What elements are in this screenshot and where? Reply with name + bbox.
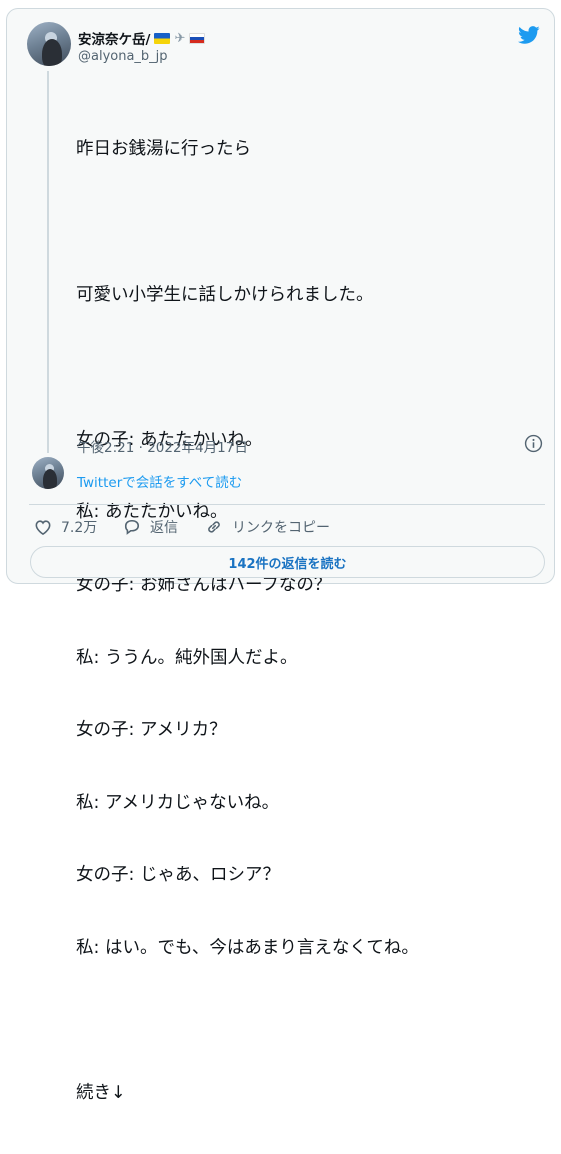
tweet-line: 私: ううん。純外国人だよ。	[76, 647, 298, 668]
author-avatar[interactable]	[27, 22, 71, 66]
airplane-icon: ✈	[174, 30, 186, 46]
copy-link-label: リンクをコピー	[232, 520, 330, 536]
heart-icon	[35, 520, 51, 536]
tweet-line: 女の子: アメリカ？	[76, 720, 227, 741]
divider	[29, 504, 545, 505]
reply-label: 返信	[150, 520, 178, 536]
russia-flag-icon	[189, 32, 206, 44]
tweet-timestamp[interactable]: 午後2:21 · 2022年4月17日	[77, 436, 248, 456]
tweet-line	[76, 210, 536, 234]
tweet-line	[76, 355, 536, 379]
read-replies-label: 142件の返信を読む	[228, 556, 347, 572]
thread-avatar[interactable]	[32, 457, 64, 489]
like-button[interactable]: 7.2万	[33, 517, 97, 537]
author-handle[interactable]: @alyona_b_jp	[78, 49, 168, 64]
author-display-name[interactable]: 安涼奈ケ岳/	[78, 28, 150, 48]
read-replies-button[interactable]: 142件の返信を読む	[30, 546, 545, 578]
copy-link-button[interactable]: リンクをコピー	[204, 517, 330, 537]
tweet-line: 女の子: じゃあ、ロシア？	[76, 865, 280, 886]
tweet-line	[76, 1009, 536, 1033]
reply-button[interactable]: 返信	[122, 517, 178, 537]
tweet-line: 続き↓	[76, 1083, 126, 1104]
like-count: 7.2万	[61, 520, 98, 536]
tweet-line: 私: アメリカじゃないね。	[76, 792, 280, 813]
info-icon[interactable]	[524, 434, 543, 453]
twitter-bird-icon[interactable]	[517, 24, 541, 46]
reply-bubble-icon	[124, 519, 140, 535]
ukraine-flag-icon	[154, 32, 171, 44]
link-icon	[208, 521, 220, 533]
tweet-embed-card: 安涼奈ケ岳/ ✈ @alyona_b_jp 昨日お銭湯に行ったら 可愛い小学生に…	[6, 8, 555, 1103]
tweet-line: 可愛い小学生に話しかけられました。	[76, 284, 374, 305]
read-thread-link[interactable]: Twitterで会話をすべて読む	[77, 471, 242, 491]
tweet-line: 昨日お銭湯に行ったら	[76, 139, 251, 160]
thread-connector-line	[47, 71, 49, 453]
tweet-line: 私: はい。でも、今はあまり言えなくてね。	[76, 937, 419, 958]
author-name-row[interactable]: 安涼奈ケ岳/ ✈	[78, 28, 206, 48]
tweet-text: 昨日お銭湯に行ったら 可愛い小学生に話しかけられました。 女の子: あたたかいね…	[76, 89, 536, 1154]
